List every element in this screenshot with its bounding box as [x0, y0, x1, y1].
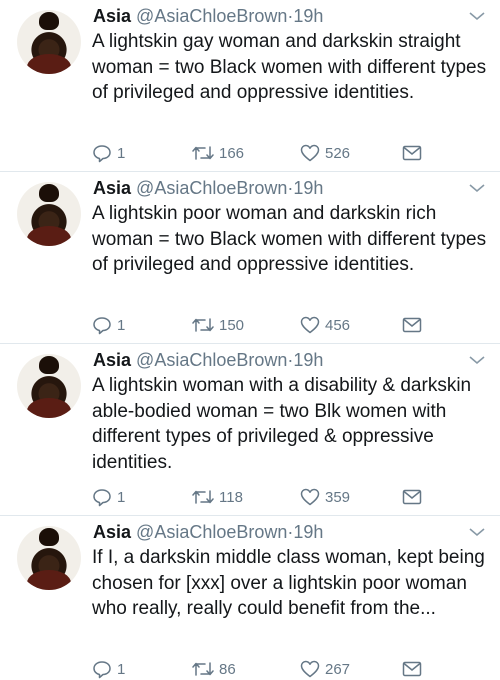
author-name[interactable]: Asia — [93, 6, 131, 26]
action-bar: 1 86 267 — [92, 658, 432, 680]
message-button[interactable] — [402, 486, 422, 508]
avatar[interactable] — [17, 182, 81, 246]
retweet-icon — [192, 662, 214, 676]
reply-count: 1 — [117, 316, 126, 334]
action-bar: 1 166 526 — [92, 142, 432, 164]
reply-count: 1 — [117, 488, 126, 506]
reply-button[interactable]: 1 — [92, 658, 125, 680]
retweet-button[interactable]: 86 — [192, 658, 236, 680]
retweet-icon — [192, 318, 214, 332]
author-name[interactable]: Asia — [93, 178, 131, 198]
author-handle[interactable]: @AsiaChloeBrown — [136, 178, 287, 198]
chevron-down-icon[interactable] — [468, 526, 486, 538]
tweet-1[interactable]: Asia @AsiaChloeBrown·19h A lightskin gay… — [0, 0, 500, 172]
timestamp[interactable]: 19h — [293, 350, 323, 370]
retweet-button[interactable]: 166 — [192, 142, 244, 164]
like-button[interactable]: 359 — [300, 486, 350, 508]
retweet-count: 166 — [219, 144, 245, 162]
like-icon — [300, 144, 320, 162]
reply-icon — [93, 661, 111, 679]
action-bar: 1 118 359 — [92, 486, 432, 508]
like-icon — [300, 660, 320, 678]
chevron-down-icon[interactable] — [468, 182, 486, 194]
reply-button[interactable]: 1 — [92, 486, 125, 508]
message-button[interactable] — [402, 142, 422, 164]
tweet-text: A lightskin woman with a disability & da… — [92, 375, 472, 473]
tweet-4[interactable]: Asia @AsiaChloeBrown·19h If I, a darkski… — [0, 516, 500, 680]
retweet-count: 86 — [219, 660, 236, 678]
tweet-2[interactable]: Asia @AsiaChloeBrown·19h A lightskin poo… — [0, 172, 500, 344]
chevron-down-icon[interactable] — [468, 10, 486, 22]
message-icon — [402, 317, 422, 333]
reply-icon — [93, 145, 111, 163]
like-icon — [300, 316, 320, 334]
avatar[interactable] — [17, 354, 81, 418]
chevron-down-icon[interactable] — [468, 354, 486, 366]
message-button[interactable] — [402, 314, 422, 336]
tweet-3[interactable]: Asia @AsiaChloeBrown·19h A lightskin wom… — [0, 344, 500, 516]
like-count: 456 — [325, 316, 351, 334]
tweet-text: If I, a darkskin middle class woman, kep… — [92, 547, 485, 619]
message-icon — [402, 661, 422, 677]
reply-count: 1 — [117, 144, 126, 162]
retweet-count: 118 — [219, 488, 243, 506]
tweet-feed: Asia @AsiaChloeBrown·19h A lightskin gay… — [0, 0, 500, 680]
author-name[interactable]: Asia — [93, 350, 131, 370]
retweet-icon — [192, 146, 214, 160]
like-button[interactable]: 456 — [300, 314, 350, 336]
avatar[interactable] — [17, 526, 81, 590]
avatar[interactable] — [17, 10, 81, 74]
action-bar: 1 150 456 — [92, 314, 432, 336]
reply-count: 1 — [117, 660, 126, 678]
reply-icon — [93, 317, 111, 335]
retweet-button[interactable]: 118 — [192, 486, 243, 508]
tweet-text: A lightskin gay woman and darkskin strai… — [92, 31, 487, 103]
message-icon — [402, 489, 422, 505]
tweet-header: Asia @AsiaChloeBrown·19h — [93, 176, 323, 200]
reply-button[interactable]: 1 — [92, 142, 125, 164]
retweet-button[interactable]: 150 — [192, 314, 244, 336]
like-count: 267 — [325, 660, 351, 678]
timestamp[interactable]: 19h — [293, 178, 323, 198]
reply-icon — [93, 489, 111, 507]
tweet-header: Asia @AsiaChloeBrown·19h — [93, 4, 323, 28]
reply-button[interactable]: 1 — [92, 314, 125, 336]
author-name[interactable]: Asia — [93, 522, 131, 542]
like-count: 526 — [325, 144, 351, 162]
like-icon — [300, 488, 320, 506]
timestamp[interactable]: 19h — [293, 6, 323, 26]
message-icon — [402, 145, 422, 161]
author-handle[interactable]: @AsiaChloeBrown — [136, 350, 287, 370]
tweet-text: A lightskin poor woman and darkskin rich… — [92, 203, 487, 275]
author-handle[interactable]: @AsiaChloeBrown — [136, 6, 287, 26]
retweet-icon — [192, 490, 214, 504]
tweet-header: Asia @AsiaChloeBrown·19h — [93, 348, 323, 372]
like-button[interactable]: 526 — [300, 142, 350, 164]
like-count: 359 — [325, 488, 351, 506]
tweet-header: Asia @AsiaChloeBrown·19h — [93, 520, 323, 544]
retweet-count: 150 — [219, 316, 245, 334]
author-handle[interactable]: @AsiaChloeBrown — [136, 522, 287, 542]
message-button[interactable] — [402, 658, 422, 680]
like-button[interactable]: 267 — [300, 658, 350, 680]
timestamp[interactable]: 19h — [293, 522, 323, 542]
